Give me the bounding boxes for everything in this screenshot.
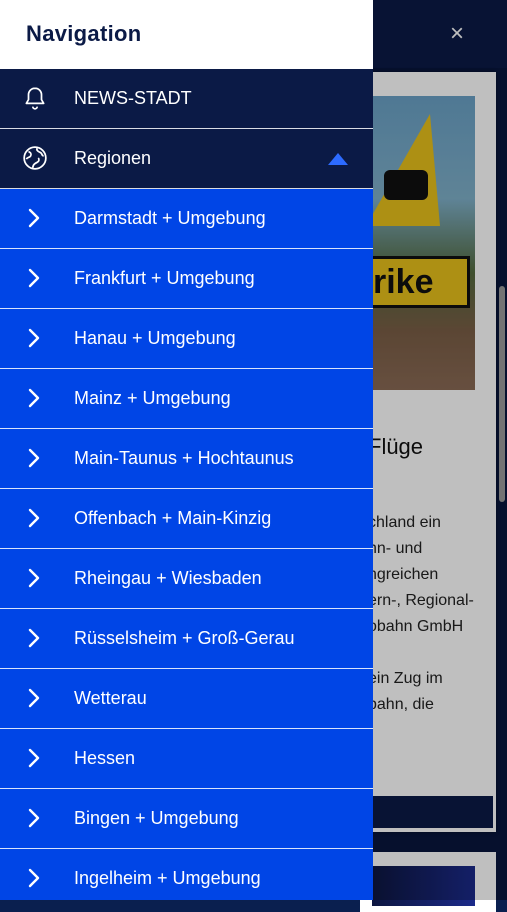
chevron-right-icon <box>28 808 40 828</box>
chevron-right-icon <box>28 268 40 288</box>
region-item[interactable]: Rüsselsheim + Groß-Gerau <box>0 609 373 669</box>
chevron-right-icon <box>28 448 40 468</box>
region-item-label: Bingen + Umgebung <box>74 808 239 828</box>
region-item-label: Rüsselsheim + Groß-Gerau <box>74 628 295 648</box>
region-item-label: Rheingau + Wiesbaden <box>74 568 262 588</box>
nav-item-label: NEWS-STADT <box>74 88 192 108</box>
region-item[interactable]: Offenbach + Main-Kinzig <box>0 489 373 549</box>
chevron-right-icon <box>28 328 40 348</box>
region-item[interactable]: Rheingau + Wiesbaden <box>0 549 373 609</box>
region-item[interactable]: Darmstadt + Umgebung <box>0 189 373 249</box>
region-item-label: Mainz + Umgebung <box>74 388 231 408</box>
region-item[interactable]: Bingen + Umgebung <box>0 789 373 849</box>
nav-item-label: Regionen <box>74 148 152 168</box>
nav-item-regionen[interactable]: Regionen <box>0 129 373 189</box>
drawer-scrim[interactable] <box>373 0 507 900</box>
expand-up-icon[interactable] <box>328 153 348 165</box>
chevron-right-icon <box>28 208 40 228</box>
region-item-label: Hessen <box>74 748 136 768</box>
region-item-label: Darmstadt + Umgebung <box>74 208 266 228</box>
drawer-header: Navigation <box>0 0 373 69</box>
nav-item-news-stadt[interactable]: NEWS-STADT <box>0 69 373 129</box>
region-item[interactable]: Mainz + Umgebung <box>0 369 373 429</box>
region-item[interactable]: Main-Taunus + Hochtaunus <box>0 429 373 489</box>
chevron-right-icon <box>28 748 40 768</box>
region-item-label: Offenbach + Main-Kinzig <box>74 508 272 528</box>
region-item-label: Main-Taunus + Hochtaunus <box>74 448 294 468</box>
chevron-right-icon <box>28 508 40 528</box>
drawer-title: Navigation <box>26 21 142 46</box>
chevron-right-icon <box>28 868 40 888</box>
navigation-drawer: Navigation NEWS-STADT Regionen Darmstadt… <box>0 0 373 900</box>
chevron-right-icon <box>28 688 40 708</box>
chevron-right-icon <box>28 568 40 588</box>
region-item-label: Wetterau <box>74 688 147 708</box>
globe-icon <box>23 146 47 170</box>
chevron-right-icon <box>28 628 40 648</box>
region-item[interactable]: Ingelheim + Umgebung <box>0 849 373 900</box>
region-item[interactable]: Wetterau <box>0 669 373 729</box>
region-item-label: Hanau + Umgebung <box>74 328 236 348</box>
region-item-label: Ingelheim + Umgebung <box>74 868 261 888</box>
region-list: Darmstadt + Umgebung Frankfurt + Umgebung… <box>0 189 373 900</box>
region-item[interactable]: Hanau + Umgebung <box>0 309 373 369</box>
bell-icon <box>25 87 45 110</box>
region-item[interactable]: Hessen <box>0 729 373 789</box>
region-item[interactable]: Frankfurt + Umgebung <box>0 249 373 309</box>
chevron-right-icon <box>28 388 40 408</box>
region-item-label: Frankfurt + Umgebung <box>74 268 255 288</box>
